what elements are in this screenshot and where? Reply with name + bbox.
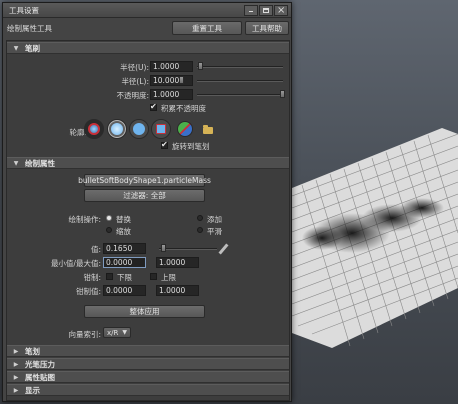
collapsed-arrow-icon: ▶ <box>13 386 19 394</box>
radius-u-slider-handle[interactable] <box>198 62 203 70</box>
section-stroke-header[interactable]: ▶ 笔划 <box>7 345 289 357</box>
rotate-to-stroke-label: 旋转到笔划 <box>172 142 210 151</box>
radius-u-label: 半径(U): <box>120 63 149 72</box>
clamp-label: 钳制: <box>83 273 101 282</box>
section-paint-attributes-header[interactable]: ▼ 绘制属性 <box>7 157 289 169</box>
reset-tool-button[interactable]: 重置工具 <box>172 21 242 35</box>
collapsed-arrow-icon: ▶ <box>13 347 19 355</box>
section-display-title: 显示 <box>25 385 40 395</box>
op-add-label: 添加 <box>207 215 222 224</box>
paint-operation-label: 绘制操作: <box>68 215 101 224</box>
section-brush-header[interactable]: ▼ 笔刷 <box>7 42 289 54</box>
radius-l-slider-handle[interactable] <box>179 76 184 84</box>
profile-square-icon[interactable] <box>151 119 171 139</box>
rotate-to-stroke-checkbox[interactable] <box>161 140 168 149</box>
profile-label: 轮廓: <box>69 128 87 137</box>
tool-settings-window: 工具设置 × 绘制属性工具 重置工具 工具帮助 ▼ 笔刷 半径(U): 1.00… <box>2 2 292 402</box>
expanded-arrow-icon: ▼ <box>13 44 19 52</box>
vector-index-label: 向量索引: <box>68 330 101 339</box>
minimize-icon[interactable] <box>244 5 258 16</box>
clamp-max-field[interactable]: 1.0000 <box>156 285 199 296</box>
radius-l-field[interactable]: 10.0000 <box>150 75 193 86</box>
profile-soft-icon[interactable] <box>107 119 127 139</box>
flood-button[interactable]: 整体应用 <box>84 305 205 318</box>
accumulate-opacity-label: 积累不透明度 <box>161 104 206 113</box>
profile-solid-icon[interactable] <box>129 119 149 139</box>
radius-u-slider[interactable] <box>197 66 283 68</box>
window-title: 工具设置 <box>9 5 39 15</box>
tool-header: 绘制属性工具 重置工具 工具帮助 <box>3 18 291 38</box>
pick-value-icon[interactable] <box>218 243 229 255</box>
close-icon[interactable]: × <box>274 5 288 16</box>
op-smooth-radio[interactable] <box>197 227 203 233</box>
profile-custom-icon[interactable] <box>177 121 193 137</box>
section-attribute-maps-header[interactable]: ▶ 属性贴图 <box>7 371 289 383</box>
window-titlebar[interactable]: 工具设置 × <box>3 3 291 18</box>
op-replace-radio[interactable] <box>106 215 112 221</box>
radius-l-slider[interactable] <box>197 80 283 82</box>
radius-u-field[interactable]: 1.0000 <box>150 61 193 72</box>
op-replace-label: 替换 <box>116 215 131 224</box>
section-attribute-maps-title: 属性贴图 <box>25 372 55 382</box>
collapsed-arrow-icon: ▶ <box>13 360 19 368</box>
expanded-arrow-icon: ▼ <box>13 159 19 167</box>
opacity-field[interactable]: 1.0000 <box>150 89 193 100</box>
value-label: 值: <box>90 245 101 254</box>
clamp-values-label: 钳制值: <box>75 287 101 296</box>
op-add-radio[interactable] <box>197 215 203 221</box>
folder-icon[interactable] <box>203 125 213 134</box>
section-pen-pressure-title: 光笔压力 <box>25 359 55 369</box>
vector-index-dropdown[interactable]: x/R ▼ <box>103 327 131 338</box>
maximize-icon[interactable] <box>259 5 273 16</box>
section-pen-pressure-header[interactable]: ▶ 光笔压力 <box>7 358 289 370</box>
settings-panel[interactable]: ▼ 笔刷 半径(U): 1.0000 半径(L): 10.0000 不透明度: … <box>6 40 290 401</box>
opacity-label: 不透明度: <box>116 91 149 100</box>
section-display-header[interactable]: ▶ 显示 <box>7 384 289 396</box>
filter-button[interactable]: 过滤器: 全部 <box>84 189 205 202</box>
opacity-slider[interactable] <box>197 94 283 96</box>
section-paint-attributes-title: 绘制属性 <box>25 158 55 168</box>
chevron-down-icon: ▼ <box>122 329 127 336</box>
value-slider-handle[interactable] <box>161 244 166 252</box>
perspective-grid <box>292 128 458 404</box>
op-smooth-label: 平滑 <box>207 227 222 236</box>
clamp-min-field[interactable]: 0.0000 <box>103 285 146 296</box>
section-brush-title: 笔刷 <box>25 43 40 53</box>
clamp-lower-checkbox[interactable] <box>106 273 113 280</box>
accumulate-opacity-checkbox[interactable] <box>150 102 157 111</box>
min-value-field[interactable]: 0.0000 <box>103 257 146 268</box>
min-max-label: 最小值/最大值: <box>50 259 101 268</box>
radius-l-label: 半径(L): <box>121 77 149 86</box>
opacity-slider-handle[interactable] <box>280 90 285 98</box>
max-value-field[interactable]: 1.0000 <box>156 257 199 268</box>
vector-index-value: x/R <box>107 328 119 337</box>
tool-name: 绘制属性工具 <box>7 23 52 33</box>
paint-node-button[interactable]: bulletSoftBodyShape1.particleMass <box>78 174 211 187</box>
profile-gaussian-icon[interactable] <box>84 119 104 139</box>
clamp-upper-label: 上限 <box>161 273 176 282</box>
op-scale-radio[interactable] <box>106 227 112 233</box>
clamp-lower-label: 下限 <box>117 273 132 282</box>
clamp-upper-checkbox[interactable] <box>150 273 157 280</box>
section-stroke-title: 笔划 <box>25 346 40 356</box>
tool-help-button[interactable]: 工具帮助 <box>245 21 289 35</box>
value-slider[interactable] <box>159 248 217 250</box>
value-field[interactable]: 0.1650 <box>103 243 146 254</box>
op-scale-label: 缩放 <box>116 227 131 236</box>
collapsed-arrow-icon: ▶ <box>13 373 19 381</box>
